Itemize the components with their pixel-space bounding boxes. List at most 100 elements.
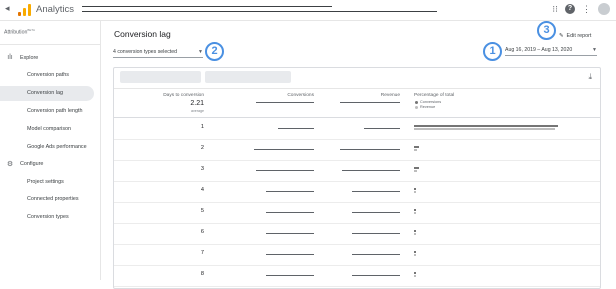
days-cell: 7 [200,250,204,256]
column-header-conversions[interactable]: Conversions [250,93,314,98]
redacted-revenue-cell [352,275,400,276]
sidebar-section-configure[interactable]: ⚙ Configure [6,160,44,168]
redacted-conversions-cell [256,170,314,171]
table-row[interactable]: 5 [114,202,600,224]
redacted-total-conversions [256,102,314,103]
redacted-conversions-cell [266,275,314,276]
redacted-revenue-cell [352,254,400,255]
sidebar-divider [0,44,100,45]
sidebar-item-conversion-lag[interactable]: Conversion lag [0,86,94,101]
date-range-value: Aug 16, 2019 – Aug 13, 2020 [505,47,573,53]
sidebar-header: AttributionBETA [4,28,35,36]
conversions-percentage-bar [414,230,416,232]
legend-label: Conversions [420,100,442,104]
days-average-value: 2.21 [190,100,204,107]
revenue-percentage-bar [414,170,417,172]
column-header-days[interactable]: Days to conversion [162,93,204,98]
sidebar-item-project-settings[interactable]: Project settings [0,175,94,190]
days-cell: 6 [200,229,204,235]
conversions-percentage-bar [414,167,419,169]
redacted-revenue-cell [352,233,400,234]
table-header: Days to conversion 2.21 average Conversi… [114,88,600,118]
redacted-conversions-cell [266,212,314,213]
days-cell: 3 [200,166,204,172]
conversions-percentage-bar [414,272,416,274]
sidebar-item-conversion-types[interactable]: Conversion types [0,210,94,225]
sidebar-item-connected-properties[interactable]: Connected properties [0,192,94,207]
conversion-types-value: 4 conversion types selected [113,49,178,55]
pencil-icon: ✎ [559,33,564,39]
legend-conversions: Conversions [415,100,441,104]
app-title: Analytics [36,4,75,15]
redacted-conversions-cell [278,128,314,129]
redacted-revenue-cell [364,128,400,129]
download-icon[interactable]: ⤓ [588,72,592,82]
sidebar-section-label: Explore [20,54,39,61]
more-vert-icon[interactable]: ⋮ [582,4,591,15]
days-cell: 2 [200,145,204,151]
revenue-percentage-bar [414,254,416,256]
conversions-percentage-bar [414,125,558,127]
table-row[interactable]: 3 [114,160,600,182]
revenue-percentage-bar [414,212,416,214]
table-row[interactable]: 2 [114,139,600,161]
revenue-percentage-bar [414,149,417,151]
edit-report-button[interactable]: ✎ Edit report [559,33,591,39]
avatar[interactable] [598,3,610,15]
conversions-percentage-bar [414,188,416,190]
sidebar-item-conversion-path-length[interactable]: Conversion path length [0,104,94,119]
loading-chip [120,71,201,83]
legend-dot [415,100,418,104]
table-row[interactable]: 7 [114,244,600,266]
days-cell: 8 [200,271,204,277]
redacted-revenue-cell [352,212,400,213]
revenue-percentage-bar [414,191,416,193]
days-average-label: average [191,109,204,113]
legend-revenue: Revenue [415,105,435,109]
legend-label: Revenue [420,105,436,109]
redacted-revenue-cell [352,191,400,192]
revenue-percentage-bar [414,128,555,130]
days-cell: 1 [200,124,204,130]
column-header-percentage[interactable]: Percentage of total [414,93,454,98]
days-cell: 4 [200,187,204,193]
revenue-percentage-bar [414,275,416,277]
apps-grid-icon[interactable]: ⁝⁝ [552,4,558,15]
table-row[interactable]: 1 [114,118,600,140]
redacted-breadcrumb [82,6,332,7]
conversion-lag-table-card: ⤓ Days to conversion 2.21 average Conver… [113,67,601,289]
revenue-percentage-bar [414,233,416,235]
annotation-badge-2: 2 [205,42,224,61]
date-range-picker[interactable]: Aug 16, 2019 – Aug 13, 2020 ▼ [505,47,597,56]
chevron-down-icon: ▼ [198,49,203,55]
conversions-percentage-bar [414,146,419,148]
sidebar-section-label: Configure [20,161,44,167]
legend-dot [415,105,418,109]
main-content: Conversion lag ✎ Edit report 4 conversio… [101,21,616,289]
table-row[interactable]: 8 [114,265,600,287]
help-icon[interactable]: ? [565,4,575,14]
back-arrow-icon[interactable]: ◂ [5,3,10,14]
sidebar-section-explore[interactable]: ılı Explore [6,54,38,61]
sidebar-item-model-comparison[interactable]: Model comparison [0,122,94,137]
column-header-revenue[interactable]: Revenue [334,93,400,98]
annotation-badge-1: 1 [483,42,502,61]
redacted-conversions-cell [266,191,314,192]
analytics-logo-icon [18,4,32,16]
conversions-percentage-bar [414,209,416,211]
redacted-property-name [82,11,437,12]
beta-badge: BETA [27,28,35,32]
redacted-total-revenue [340,102,400,103]
redacted-conversions-cell [254,149,314,150]
loading-chip [205,71,291,83]
redacted-revenue-cell [342,170,400,171]
sidebar-item-conversion-paths[interactable]: Conversion paths [0,68,94,83]
sidebar-item-google-ads-performance[interactable]: Google Ads performance [0,140,94,155]
table-row[interactable]: 4 [114,181,600,203]
page-title: Conversion lag [114,29,171,39]
annotation-badge-3: 3 [537,21,556,40]
gear-icon: ⚙ [6,161,14,168]
table-row[interactable]: 6 [114,223,600,245]
redacted-conversions-cell [266,233,314,234]
conversion-types-select[interactable]: 4 conversion types selected ▼ [113,49,203,58]
